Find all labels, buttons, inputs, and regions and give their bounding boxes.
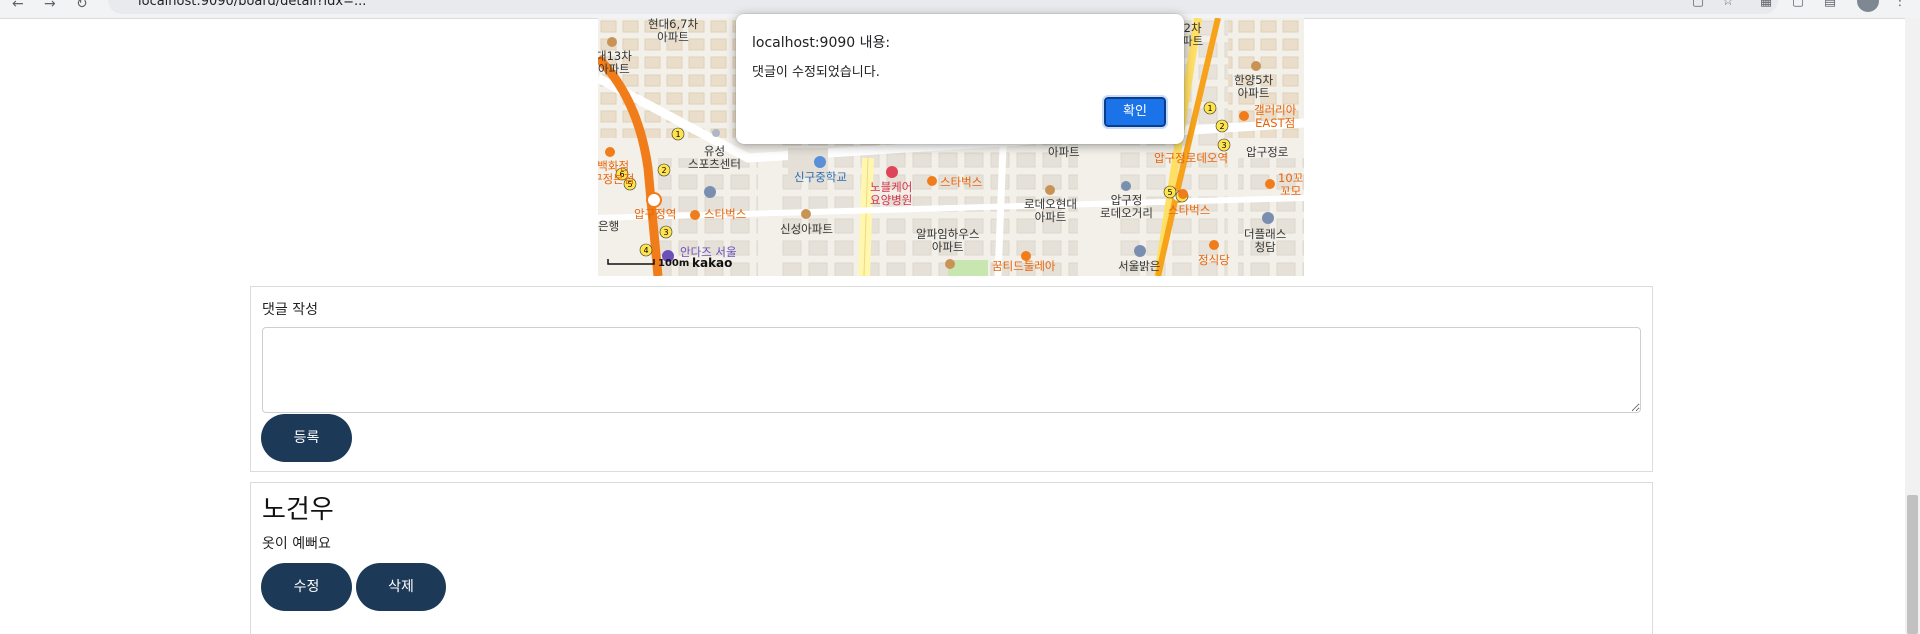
map-label: 로데오현대 아파트 bbox=[1024, 197, 1077, 224]
sidepanel-icon[interactable]: ▤ bbox=[1822, 0, 1838, 9]
comment-author: 노건우 bbox=[262, 495, 334, 525]
map-label: 백화점구정본점 bbox=[598, 159, 635, 186]
star-icon[interactable]: ☆ bbox=[1720, 0, 1736, 9]
page-scrollbar[interactable] bbox=[1905, 18, 1920, 634]
map-label: 현대6,7차 아파트 bbox=[648, 18, 699, 44]
map-label: 압구정로 bbox=[1246, 145, 1289, 159]
comment-submit-button[interactable]: 등록 bbox=[261, 414, 352, 462]
address-bar-url: localhost:9090/board/detail?idx=... bbox=[138, 0, 367, 9]
extensions-icon[interactable]: ▦ bbox=[1758, 0, 1774, 9]
comment-textarea[interactable] bbox=[262, 327, 1641, 413]
map-label: 은행 bbox=[598, 219, 620, 233]
map-label: 서울밝은 bbox=[1118, 259, 1161, 273]
comment-delete-button[interactable]: 삭제 bbox=[356, 563, 446, 611]
map-label: 유성 스포츠센터 bbox=[688, 144, 741, 171]
comment-form-label: 댓글 작성 bbox=[262, 302, 318, 318]
address-bar[interactable]: localhost:9090/board/detail?idx=... bbox=[108, 0, 1778, 14]
map-label: 아파트 bbox=[1048, 145, 1080, 159]
tab-search-icon[interactable]: ▢ bbox=[1790, 0, 1806, 9]
arrow-right-icon[interactable]: → bbox=[44, 0, 56, 12]
alert-message: 댓글이 수정되었습니다. bbox=[752, 65, 880, 80]
comment-edit-button[interactable]: 수정 bbox=[261, 563, 352, 611]
map-label: 노블케어 요양병원 bbox=[870, 180, 913, 207]
share-icon[interactable]: ▢ bbox=[1690, 0, 1706, 9]
map-label: 알파임하우스 아파트 bbox=[916, 227, 980, 254]
map-label: 정식당 bbox=[1198, 253, 1230, 267]
map-label: 신구중학교 bbox=[794, 170, 847, 184]
map-label: 한양5차 아파트 bbox=[1234, 73, 1274, 100]
scrollbar-thumb[interactable] bbox=[1907, 495, 1918, 634]
map-label: 꿈티드둘레아 bbox=[992, 259, 1056, 273]
map-label: 10꼬 꼬모 bbox=[1278, 171, 1304, 198]
map-label: 스타벅스 bbox=[940, 175, 983, 189]
svg-text:2: 2 bbox=[1219, 122, 1224, 131]
map-label: 2차 파트 bbox=[1182, 21, 1204, 48]
svg-text:3: 3 bbox=[1221, 141, 1226, 150]
map-label: 스타벅스 bbox=[704, 207, 747, 221]
svg-text:3: 3 bbox=[663, 228, 668, 237]
kakao-logo: kakao bbox=[692, 256, 733, 270]
map-scale-label: 100m bbox=[658, 258, 690, 269]
svg-text:1: 1 bbox=[675, 130, 680, 139]
map-label: 대13차 아파트 bbox=[598, 49, 632, 76]
map-label: 더플래스 청담 bbox=[1244, 227, 1287, 254]
map-label: 신성아파트 bbox=[780, 222, 833, 236]
svg-text:1: 1 bbox=[1207, 104, 1212, 113]
comment-form: 댓글 작성 등록 bbox=[250, 286, 1653, 472]
alert-dialog: localhost:9090 내용: 댓글이 수정되었습니다. 확인 bbox=[736, 14, 1184, 144]
map-label: 압구정역 bbox=[634, 207, 677, 221]
comment-content: 옷이 예뻐요 bbox=[262, 536, 331, 552]
alert-ok-button[interactable]: 확인 bbox=[1102, 95, 1168, 129]
map-label: 갤러리아 EAST점 bbox=[1254, 103, 1297, 130]
svg-text:5: 5 bbox=[1167, 188, 1172, 197]
svg-text:2: 2 bbox=[661, 166, 666, 175]
map-label: 압구정 로데오거리 bbox=[1100, 193, 1153, 220]
map-label: 압구정로데오역 bbox=[1154, 151, 1229, 165]
map-label: 스타벅스 bbox=[1168, 203, 1211, 217]
reload-icon[interactable]: ↻ bbox=[76, 0, 88, 12]
profile-avatar[interactable] bbox=[1857, 0, 1879, 12]
comment-item: 노건우 옷이 예뻐요 수정 삭제 bbox=[250, 482, 1653, 634]
menu-icon[interactable]: ⋮ bbox=[1892, 0, 1908, 9]
alert-title: localhost:9090 내용: bbox=[752, 35, 891, 51]
svg-text:4: 4 bbox=[643, 246, 648, 255]
arrow-left-icon[interactable]: ← bbox=[12, 0, 24, 12]
